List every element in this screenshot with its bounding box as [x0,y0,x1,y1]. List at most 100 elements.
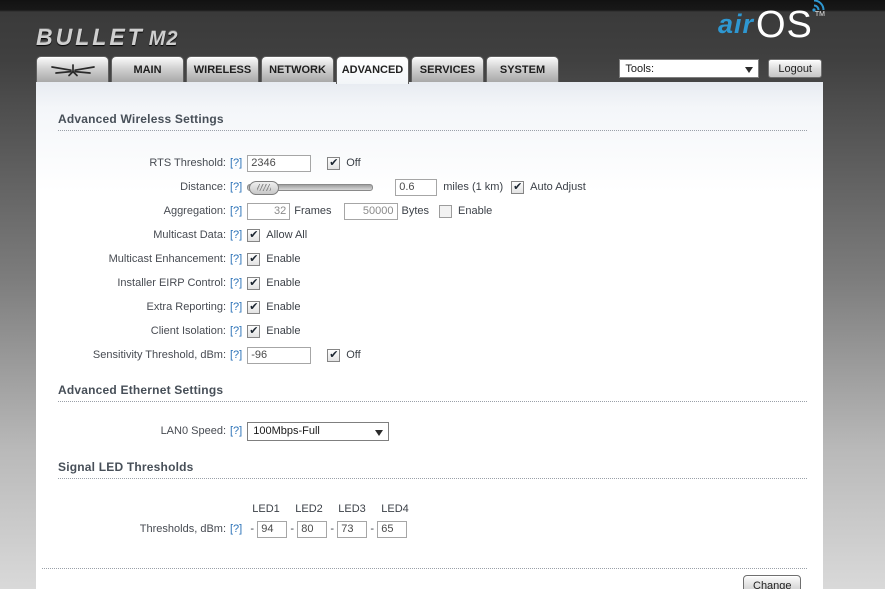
tab-services[interactable]: SERVICES [411,56,484,82]
minus-sign: - [370,523,375,535]
distance-row: Distance: [?] miles (1 km) Auto Adjust [36,175,823,199]
sensitivity-threshold-input[interactable] [247,346,312,364]
installer-eirp-checkbox[interactable] [247,276,261,290]
multicast-data-label: Multicast Data: [153,229,226,241]
device-title: BULLET [36,24,145,50]
led-column-headers: LED1 LED2 LED3 LED4 [36,503,823,515]
tab-wireless[interactable]: WIRELESS [186,56,259,82]
aggregation-enable-label: Enable [458,205,493,217]
minus-sign: - [330,523,335,535]
client-isolation-label: Client Isolation: [150,325,226,337]
help-link[interactable]: [?] [230,157,242,169]
airos-page: BULLET M2 air OS TM MAIN WIRELESS NETWOR… [0,0,885,589]
lan0-speed-label: LAN0 Speed: [160,425,226,437]
auto-adjust-label: Auto Adjust [530,181,586,193]
distance-slider[interactable] [247,180,374,195]
section-title-signal-led: Signal LED Thresholds [58,443,807,479]
lan0-speed-value: 100Mbps-Full [253,425,320,437]
aggregation-frames-input[interactable] [247,202,291,220]
tab-home-logo[interactable] [36,56,109,82]
led-thresholds-label: Thresholds, dBm: [139,523,226,535]
led4-threshold-input[interactable] [377,520,408,538]
led1-threshold-input[interactable] [257,520,288,538]
content-panel: Advanced Wireless Settings RTS Threshold… [36,82,823,589]
panel-footer: Change [42,568,807,589]
rts-threshold-input[interactable] [247,154,312,172]
help-link[interactable]: [?] [230,523,242,535]
aggregation-bytes-label: Bytes [401,205,430,217]
sensitivity-off-checkbox[interactable] [327,348,341,362]
distance-unit-label: miles (1 km) [443,181,504,193]
section-title-advanced-wireless: Advanced Wireless Settings [58,82,807,131]
change-button[interactable]: Change [743,575,801,589]
led-thresholds-row: Thresholds, dBm: [?] - - - - [36,517,823,541]
rts-threshold-row: RTS Threshold: [?] Off [36,151,823,175]
client-isolation-check-label: Enable [266,325,301,337]
aggregation-frames-label: Frames [294,205,332,217]
multicast-enhancement-checkbox[interactable] [247,252,261,266]
aggregation-bytes-input[interactable] [343,202,398,220]
tab-system[interactable]: SYSTEM [486,56,559,82]
help-link[interactable]: [?] [230,181,242,193]
tab-advanced[interactable]: ADVANCED [336,56,409,84]
advanced-wireless-rows: RTS Threshold: [?] Off Distance: [?] mil… [36,151,823,367]
multicast-data-checkbox[interactable] [247,228,261,242]
tools-select-value: Tools: [625,62,655,75]
minus-sign: - [290,523,295,535]
help-link[interactable]: [?] [230,205,242,217]
multicast-enhancement-check-label: Enable [266,253,301,265]
airos-air-text: air [717,9,754,39]
multicast-enhancement-row: Multicast Enhancement: [?] Enable [36,247,823,271]
extra-reporting-check-label: Enable [266,301,301,313]
led2-header: LED2 [295,503,323,515]
distance-slider-handle[interactable] [249,180,280,195]
tools-select[interactable]: Tools: [619,59,760,78]
rts-off-label: Off [346,157,361,169]
sensitivity-off-label: Off [346,349,361,361]
help-link[interactable]: [?] [230,325,242,337]
slider-grip-icon [257,184,272,191]
led3-header: LED3 [338,503,366,515]
lan0-speed-row: LAN0 Speed: [?] 100Mbps-Full [36,419,823,443]
extra-reporting-checkbox[interactable] [247,300,261,314]
led4-header: LED4 [381,503,409,515]
multicast-enhancement-label: Multicast Enhancement: [108,253,226,265]
help-link[interactable]: [?] [230,253,242,265]
tab-main[interactable]: MAIN [111,56,184,82]
auto-adjust-checkbox[interactable] [511,180,525,194]
installer-eirp-check-label: Enable [266,277,301,289]
device-model: M2 [148,28,179,50]
help-link[interactable]: [?] [230,301,242,313]
help-link[interactable]: [?] [230,277,242,289]
help-link[interactable]: [?] [230,425,242,437]
client-isolation-row: Client Isolation: [?] Enable [36,319,823,343]
installer-eirp-label: Installer EIRP Control: [117,277,226,289]
airos-os-text: OS [755,4,813,46]
aggregation-enable-checkbox[interactable] [439,204,453,218]
rts-threshold-label: RTS Threshold: [149,157,226,169]
installer-eirp-row: Installer EIRP Control: [?] Enable [36,271,823,295]
device-logo: BULLET M2 [36,24,179,51]
extra-reporting-label: Extra Reporting: [146,301,226,313]
aggregation-row: Aggregation: [?] Frames Bytes Enable [36,199,823,223]
sensitivity-threshold-label: Sensitivity Threshold, dBm: [92,349,226,361]
section-title-advanced-ethernet: Advanced Ethernet Settings [58,367,807,402]
client-isolation-checkbox[interactable] [247,324,261,338]
rts-off-checkbox[interactable] [327,156,341,170]
extra-reporting-row: Extra Reporting: [?] Enable [36,295,823,319]
lan0-speed-select[interactable]: 100Mbps-Full [247,421,390,441]
led2-threshold-input[interactable] [297,520,328,538]
distance-input[interactable] [395,178,438,196]
aggregation-label: Aggregation: [163,205,226,217]
logout-button[interactable]: Logout [768,59,822,78]
help-link[interactable]: [?] [230,349,242,361]
tab-network[interactable]: NETWORK [261,56,334,82]
chevron-down-icon [375,429,384,440]
led3-threshold-input[interactable] [337,520,368,538]
airos-logo: air OS TM [717,0,825,46]
led1-header: LED1 [252,503,280,515]
multicast-data-row: Multicast Data: [?] Allow All [36,223,823,247]
airos-tm-mark: TM [814,11,825,18]
help-link[interactable]: [?] [230,229,242,241]
ubiquiti-antenna-icon [50,63,96,77]
